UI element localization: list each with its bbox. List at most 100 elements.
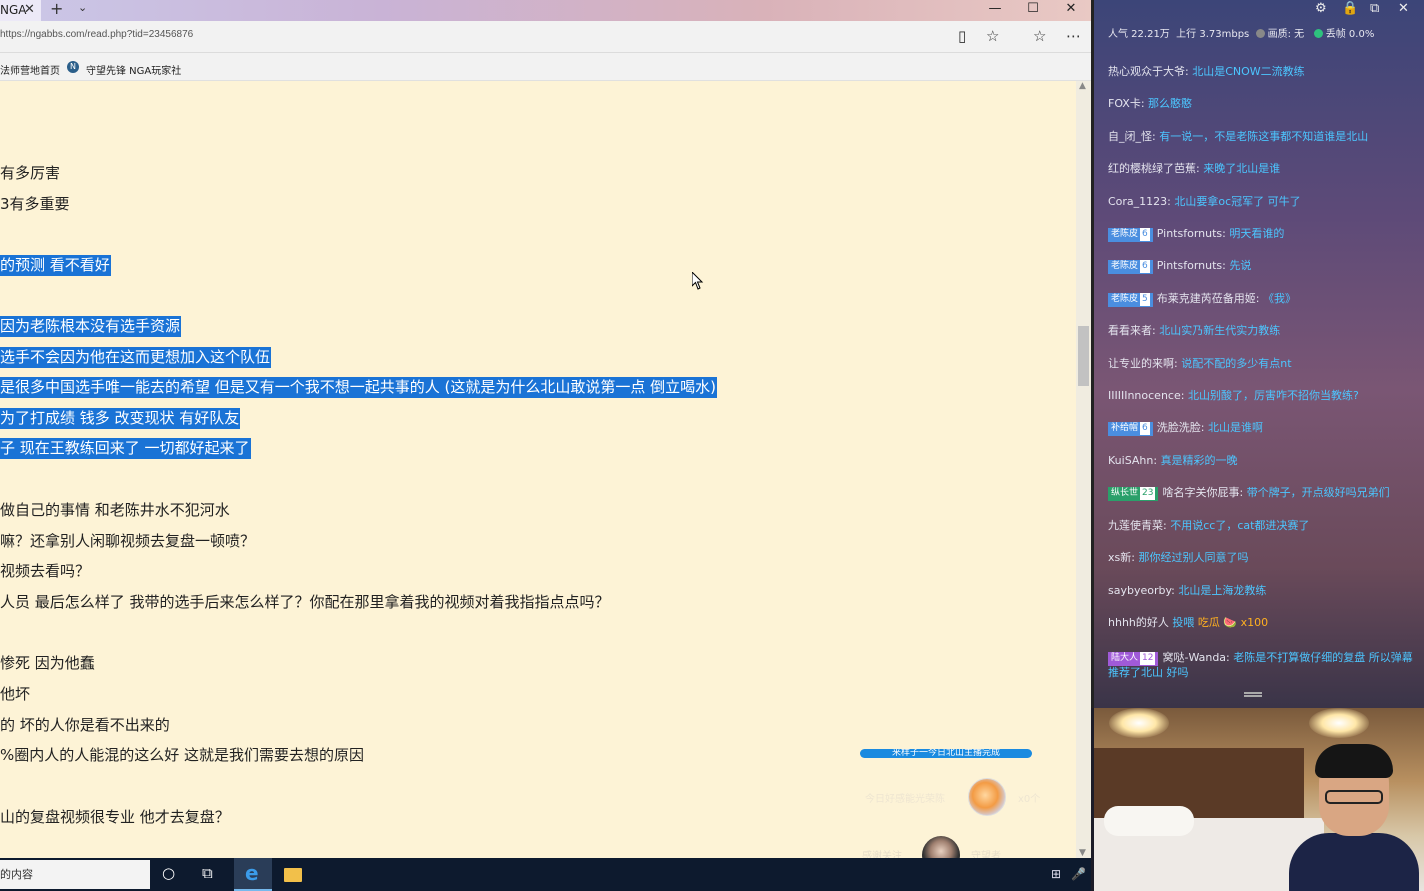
article-line-selected: 子 现在王教练回来了 一切都好起来了 (0, 438, 251, 459)
new-tab-button[interactable]: + (50, 0, 63, 18)
close-window-button[interactable]: ✕ (1052, 0, 1090, 21)
chat-message: KuiSAhn: 真是精彩的一晚 (1108, 454, 1238, 467)
stream-chat-panel: ⚙ 🔒 ⧉ ✕ 人气 22.21万 上行 3.73mbps 画质: 无 丢帧 0… (1091, 0, 1424, 708)
vertical-scrollbar[interactable]: ▲ ▼ (1076, 81, 1091, 858)
article-line: %圈内人的人能混的这么好 这就是我们需要去想的原因 (0, 746, 365, 764)
fan-badge: 纵长世 23 (1108, 487, 1159, 501)
watermelon-icon: 🍉 (1223, 616, 1238, 629)
favorites-bar: 法师营地首页 N 守望先锋 NGA玩家社 (0, 53, 1091, 81)
favorite-star-icon[interactable]: ☆ (986, 27, 999, 45)
popularity-stat: 人气 22.21万 (1108, 29, 1170, 40)
article-line-selected: 是很多中国选手唯一能去的希望 但是又有一个我不想一起共事的人 (这就是为什么北山… (0, 377, 718, 398)
panel-close-icon[interactable]: ✕ (1398, 1, 1409, 16)
article-line: 的 坏的人你是看不出来的 (0, 716, 170, 734)
article-line: 做自己的事情 和老陈井水不犯河水 (0, 501, 230, 519)
task-view-icon[interactable]: ⧉ (202, 864, 213, 882)
settings-gear-icon[interactable]: ⚙ (1315, 1, 1327, 16)
article-line-selected: 为了打成绩 钱多 改变现状 有好队友 (0, 408, 241, 429)
nga-favicon-icon: N (67, 61, 79, 73)
article-line: 3有多重要 (0, 195, 70, 213)
browser-tab[interactable]: NGA ✕ (0, 0, 41, 21)
article-line-selected: 选手不会因为他在这而更想加入这个队伍 (0, 347, 272, 368)
article-line: 山的复盘视频很专业 他才去复盘？ (0, 808, 230, 826)
scrollbar-thumb[interactable] (1078, 326, 1089, 386)
pillow (1104, 806, 1194, 836)
article-line: 视频去看吗？ (0, 562, 91, 580)
cortana-icon[interactable]: ○ (162, 864, 175, 882)
tab-bar: NGA ✕ + ⌄ — ☐ ✕ (0, 0, 1091, 21)
stream-overlay-banner: 来样子一今日北山主播完成 (860, 749, 1032, 758)
chat-message: 热心观众于大爷: 北山是CNOW二流教练 (1108, 65, 1305, 78)
streamer (1289, 744, 1419, 891)
panel-resize-grip[interactable] (1244, 692, 1262, 694)
scroll-down-icon[interactable]: ▼ (1079, 848, 1086, 858)
overlay-gift-label: 今日好感能光荣陈 (865, 794, 945, 805)
article-line: 嘛？还拿别人闲聊视频去复盘一顿喷？ (0, 532, 256, 550)
edge-icon: e (245, 861, 259, 885)
chat-message: 纵长世 23 啥名字关你屁事: 带个牌子，开点级好吗兄弟们 (1108, 486, 1390, 501)
chat-message: saybyeorby: 北山是上海龙教练 (1108, 584, 1267, 597)
article-content: 有多厉害 3有多重要 的预测 看不看好 因为老陈根本没有选手资源 选手不会因为他… (0, 81, 1076, 858)
webcam-feed (1094, 708, 1424, 891)
taskbar: 的内容 ○ ⧉ e ⊞ 🎤 (0, 858, 1091, 891)
glasses (1325, 790, 1383, 804)
taskbar-search-box[interactable]: 的内容 (0, 860, 150, 889)
chat-message: 陆大人 12 窝哒-Wanda: 老陈是不打算做仔细的复盘 所以弹幕推荐了北山 好吗 (1108, 651, 1413, 679)
gift-orb-icon (968, 778, 1006, 816)
chat-message: 老陈皮 5 布莱克建芮莅备用姬: 《我》 (1108, 292, 1296, 307)
hub-icon[interactable]: ☆ (1033, 27, 1046, 45)
chat-message: 补给帽 6 洗脸洗脸: 北山是谁啊 (1108, 421, 1263, 436)
article-line: 惨死 因为他蠢 (0, 654, 95, 672)
lock-icon[interactable]: 🔒 (1342, 1, 1358, 16)
tab-title: NGA (0, 3, 27, 17)
streamer-hair (1315, 744, 1393, 778)
overlay-user-right: 守望者 (971, 851, 1001, 858)
tray-app-icon[interactable]: ⊞ (1051, 867, 1061, 881)
overlay-gift-count: x0个 (1018, 794, 1041, 805)
address-bar: https://ngabbs.com/read.php?tid=23456876… (0, 21, 1091, 53)
reading-view-icon[interactable]: ▯ (958, 27, 966, 45)
fan-badge: 老陈皮 6 (1108, 228, 1153, 242)
microphone-icon[interactable]: 🎤 (1071, 867, 1086, 881)
browser-window: NGA ✕ + ⌄ — ☐ ✕ https://ngabbs.com/read.… (0, 0, 1091, 858)
upload-stat: 上行 3.73mbps (1176, 29, 1250, 40)
fan-badge: 陆大人 12 (1108, 652, 1159, 666)
chat-message: Cora_1123: 北山要拿oc冠军了 可牛了 (1108, 195, 1301, 208)
chat-message: xs新: 那你经过别人同意了吗 (1108, 551, 1249, 564)
article-line: 他坏 (0, 685, 31, 703)
tab-close-icon[interactable]: ✕ (24, 0, 35, 19)
url-field[interactable]: https://ngabbs.com/read.php?tid=23456876 (0, 29, 193, 40)
overlay-user-left: 感谢关注 (862, 851, 902, 858)
chat-message: 九莲使青菜: 不用说cc了，cat都进决赛了 (1108, 519, 1310, 532)
favorite-link-1[interactable]: 法师营地首页 (0, 62, 60, 77)
maximize-button[interactable]: ☐ (1014, 0, 1052, 21)
favorite-link-2[interactable]: 守望先锋 NGA玩家社 (86, 62, 181, 77)
chat-message: 老陈皮 6 Pintsfornuts: 明天看谁的 (1108, 227, 1284, 242)
popout-icon[interactable]: ⧉ (1370, 1, 1379, 16)
streamer-body (1289, 833, 1419, 891)
chat-message: 红的樱桃绿了芭蕉: 来晚了北山是谁 (1108, 162, 1281, 175)
more-menu-icon[interactable]: ⋯ (1066, 27, 1081, 45)
chat-message: 自_闭_怪: 有一说一，不是老陈这事都不知道谁是北山 (1108, 130, 1369, 143)
edge-taskbar-button[interactable]: e (234, 858, 272, 891)
tab-list-chevron-icon[interactable]: ⌄ (78, 1, 87, 14)
chat-message: IIIIIInnocence: 北山别酸了，厉害咋不招你当教练? (1108, 389, 1359, 402)
article-line-selected: 的预测 看不看好 (0, 255, 111, 276)
wall-lamp (1309, 708, 1369, 738)
chat-message: 让专业的来啊: 说配不配的多少有点nt (1108, 357, 1292, 370)
stream-stats: 人气 22.21万 上行 3.73mbps 画质: 无 丢帧 0.0% (1108, 25, 1374, 40)
file-explorer-icon[interactable] (284, 868, 302, 882)
article-line: 人员 最后怎么样了 我带的选手后来怎么样了？你配在那里拿着我的视频对着我指指点点… (0, 593, 610, 611)
chat-message: 看看来者: 北山实乃新生代实力教练 (1108, 324, 1281, 337)
fan-badge: 补给帽 6 (1108, 422, 1153, 436)
minimize-button[interactable]: — (976, 0, 1014, 21)
scroll-up-icon[interactable]: ▲ (1079, 81, 1086, 91)
drop-status-icon (1313, 29, 1323, 38)
gift-message: hhhh的好人 投喂 吃瓜 🍉 x100 (1108, 616, 1269, 629)
article-line-selected: 因为老陈根本没有选手资源 (0, 316, 182, 337)
wall-lamp (1109, 708, 1169, 738)
fan-badge: 老陈皮 6 (1108, 260, 1153, 274)
article-line: 有多厉害 (0, 164, 61, 182)
chat-message: FOX卡: 那么憨憨 (1108, 97, 1193, 110)
chat-message: 老陈皮 6 Pintsfornuts: 先说 (1108, 259, 1251, 274)
